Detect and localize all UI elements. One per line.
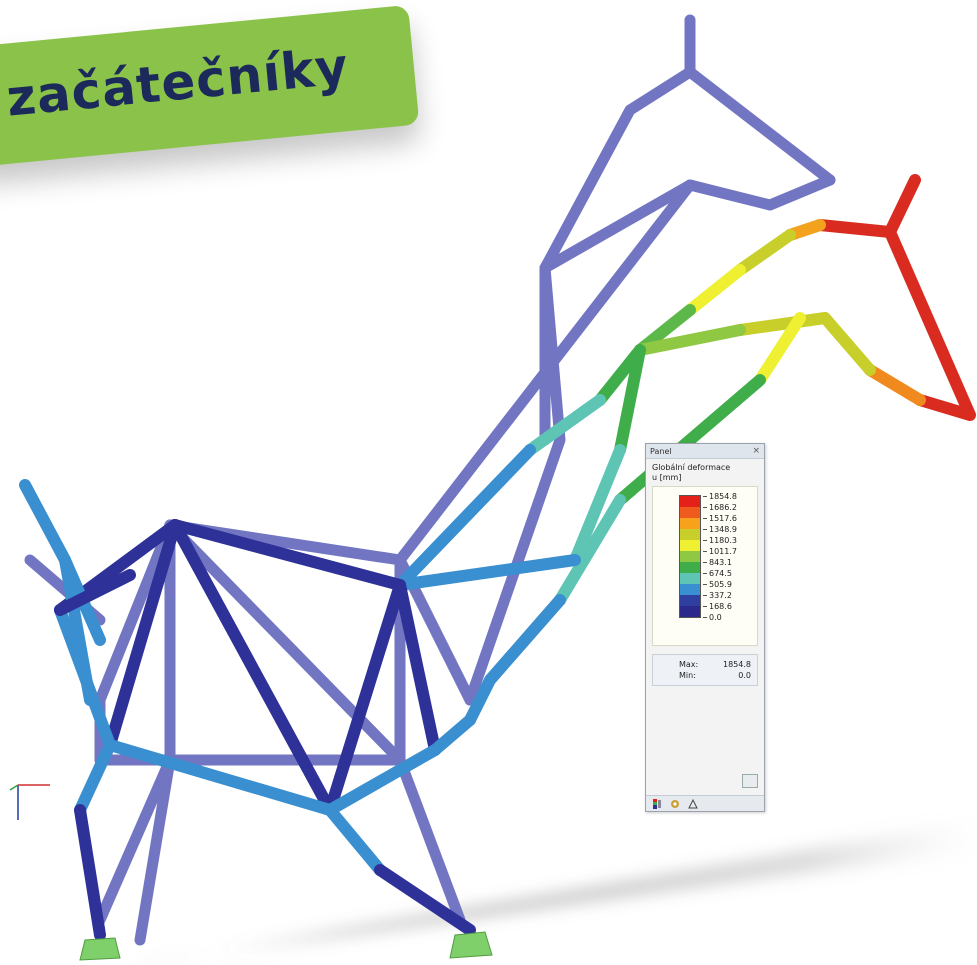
legend-label: 337.2 xyxy=(703,590,737,601)
legend-swatch xyxy=(679,529,701,540)
max-min-box: Max: 1854.8 Min: 0.0 xyxy=(652,654,758,686)
legend-label: 1854.8 xyxy=(703,491,737,502)
support-right xyxy=(449,931,493,959)
min-row: Min: 0.0 xyxy=(659,670,751,681)
legend-label: 1348.9 xyxy=(703,524,737,535)
legend-swatch xyxy=(679,595,701,606)
min-label: Min: xyxy=(679,671,696,680)
ground-shadow xyxy=(120,820,977,965)
legend-swatch xyxy=(679,551,701,562)
legend-swatch xyxy=(679,518,701,529)
legend-swatch xyxy=(679,495,701,507)
deformed-structure xyxy=(19,174,976,941)
legend-title: Globální deformace xyxy=(652,463,731,472)
legend-unit: u [mm] xyxy=(652,473,682,482)
legend-label: 674.5 xyxy=(703,568,737,579)
max-value: 1854.8 xyxy=(723,660,751,669)
panel-body: Globální deformace u [mm] 1854.8 1686.2 15… xyxy=(646,459,764,690)
axis-triad-icon xyxy=(9,784,50,820)
legend-swatch xyxy=(679,584,701,595)
max-label: Max: xyxy=(679,660,699,669)
max-row: Max: 1854.8 xyxy=(659,659,751,670)
legend-swatch xyxy=(679,573,701,584)
legend-swatch xyxy=(679,562,701,573)
legend-swatch xyxy=(679,540,701,551)
color-legend: 1854.8 1686.2 1517.6 1348.9 1180.3 1011.7 843.… xyxy=(652,486,758,646)
legend-label: 168.6 xyxy=(703,601,737,612)
panel-title: Panel xyxy=(650,446,672,456)
legend-label: 1686.2 xyxy=(703,502,737,513)
print-icon[interactable] xyxy=(742,774,758,788)
legend-labels: 1854.8 1686.2 1517.6 1348.9 1180.3 1011.7 843.… xyxy=(703,491,737,623)
legend-label: 0.0 xyxy=(703,612,737,623)
support-left xyxy=(79,937,121,961)
legend-swatch xyxy=(679,606,701,618)
panel-footer xyxy=(646,795,764,811)
legend-panel[interactable]: Panel × Globální deformace u [mm] 1854.8… xyxy=(645,443,765,812)
display-settings-icon[interactable] xyxy=(670,799,680,809)
panel-titlebar[interactable]: Panel × xyxy=(646,444,764,459)
legend-label: 1180.3 xyxy=(703,535,737,546)
min-value: 0.0 xyxy=(738,671,751,680)
legend-color-scale xyxy=(679,495,701,618)
legend-label: 1517.6 xyxy=(703,513,737,524)
legend-label: 505.9 xyxy=(703,579,737,590)
legend-label: 1011.7 xyxy=(703,546,737,557)
scale-adjust-icon[interactable] xyxy=(688,798,698,809)
legend-swatch xyxy=(679,507,701,518)
color-scale-icon[interactable] xyxy=(652,798,662,809)
close-icon[interactable]: × xyxy=(752,446,760,456)
legend-label: 843.1 xyxy=(703,557,737,568)
